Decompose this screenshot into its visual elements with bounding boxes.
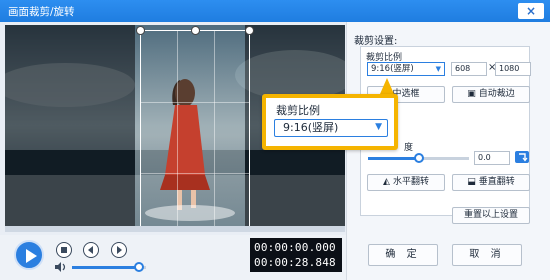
flip-vertical-icon: ⬓	[467, 177, 476, 187]
next-frame-button[interactable]	[111, 242, 127, 258]
callout-pointer	[380, 78, 394, 94]
reset-settings-button[interactable]: 重置以上设置	[452, 207, 530, 224]
rotate-angle-label: 度	[404, 143, 414, 153]
volume-slider-knob[interactable]	[133, 262, 144, 272]
crop-ratio-value: 9:16(竖屏)	[371, 64, 414, 74]
ok-button[interactable]: 确 定	[368, 244, 438, 266]
crop-handle-top-left[interactable]	[136, 26, 145, 35]
stop-button[interactable]	[56, 242, 72, 258]
auto-crop-icon: ▣	[467, 89, 476, 99]
title-bar: 画面裁剪/旋转 ×	[0, 0, 550, 22]
cancel-button[interactable]: 取 消	[452, 244, 522, 266]
callout-title: 裁剪比例	[276, 104, 320, 117]
crop-ratio-select[interactable]: 9:16(竖屏) ▼	[367, 62, 445, 76]
crop-section-title: 裁剪设置:	[354, 36, 398, 47]
reset-settings-label: 重置以上设置	[463, 210, 518, 220]
crop-grid-line	[141, 173, 249, 174]
rotate-button[interactable]	[515, 151, 529, 163]
crop-width-input[interactable]: 608	[451, 62, 487, 76]
callout-ratio-select[interactable]: 9:16(竖屏) ▼	[274, 119, 388, 137]
flip-horizontal-button[interactable]: ◭ 水平翻转	[367, 174, 445, 191]
crop-height-input[interactable]: 1080	[495, 62, 531, 76]
chevron-down-icon: ▼	[435, 65, 441, 73]
crop-frame[interactable]	[136, 26, 254, 226]
flip-horizontal-label: 水平翻转	[392, 177, 429, 187]
rotate-angle-input[interactable]: 0.0	[474, 151, 510, 165]
chevron-down-icon: ▼	[375, 122, 382, 132]
window-title: 画面裁剪/旋转	[8, 6, 75, 18]
flip-vertical-label: 垂直翻转	[478, 177, 515, 187]
crop-grid-line	[141, 102, 249, 103]
flip-vertical-button[interactable]: ⬓ 垂直翻转	[452, 174, 530, 191]
play-button[interactable]	[14, 240, 44, 270]
volume-level	[72, 266, 139, 269]
play-icon	[26, 249, 37, 263]
auto-crop-label: 自动裁边	[478, 89, 515, 99]
total-time: 00:00:28.848	[254, 256, 336, 269]
rotate-angle-knob[interactable]	[413, 153, 424, 163]
crop-handle-top[interactable]	[191, 26, 200, 35]
close-button[interactable]: ×	[518, 3, 544, 19]
rotate-angle-level	[368, 157, 419, 160]
volume-icon[interactable]	[55, 262, 67, 272]
flip-horizontal-icon: ◭	[383, 177, 390, 187]
current-time: 00:00:00.000	[254, 241, 336, 254]
crop-grid-line	[214, 31, 215, 226]
next-icon	[117, 246, 122, 254]
crop-handle-top-right[interactable]	[245, 26, 254, 35]
previous-frame-button[interactable]	[83, 242, 99, 258]
previous-icon	[88, 246, 93, 254]
crop-grid-line	[177, 31, 178, 226]
timecode-display: 00:00:00.000 00:00:28.848	[250, 238, 342, 272]
auto-crop-button[interactable]: ▣ 自动裁边	[452, 86, 530, 103]
rotate-icon	[519, 153, 528, 162]
stop-icon	[61, 247, 67, 253]
highlight-callout: 裁剪比例 9:16(竖屏) ▼	[262, 94, 398, 150]
callout-ratio-value: 9:16(竖屏)	[283, 121, 339, 134]
